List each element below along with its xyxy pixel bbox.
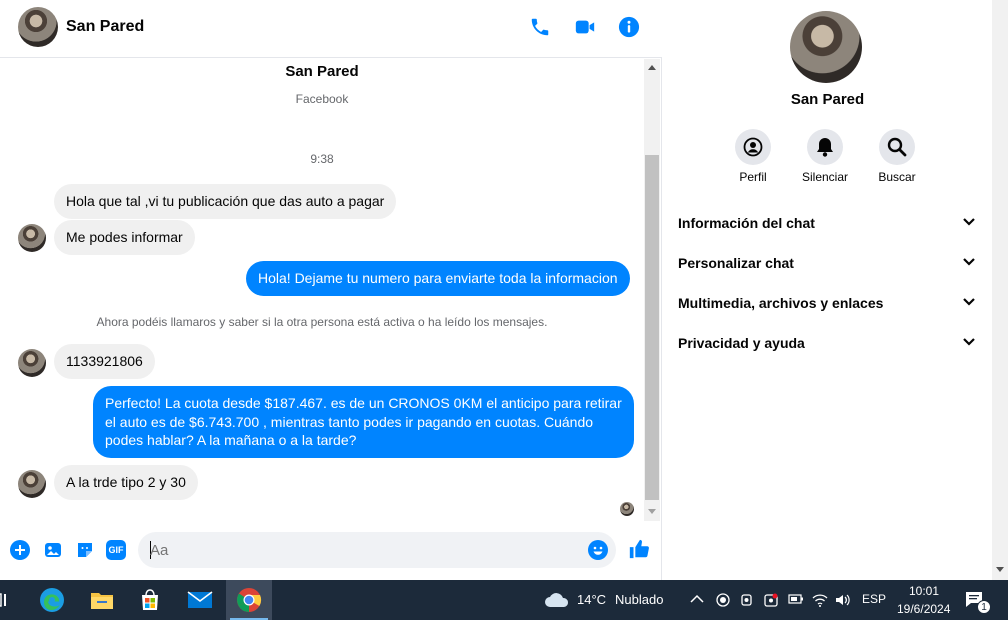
- incoming-message[interactable]: Me podes informar: [54, 220, 195, 255]
- chevron-down-icon: [963, 258, 975, 266]
- image-icon[interactable]: [43, 540, 63, 560]
- page-scrollbar[interactable]: [992, 0, 1008, 580]
- language-indicator[interactable]: ESP: [862, 592, 886, 606]
- record-icon[interactable]: [716, 593, 730, 607]
- profile-label: Perfil: [739, 170, 767, 184]
- file-explorer-icon[interactable]: [88, 586, 116, 614]
- thumbs-up-icon[interactable]: [628, 538, 650, 560]
- conversation-contact-name: San Pared: [285, 63, 359, 80]
- composer: GIF: [0, 521, 662, 580]
- message-timestamp: 9:38: [310, 152, 334, 166]
- section-label: Personalizar chat: [678, 255, 794, 271]
- profile-name: San Pared: [790, 91, 865, 108]
- clock-time[interactable]: 10:01: [909, 584, 939, 598]
- chevron-down-icon: [963, 338, 975, 346]
- sender-avatar: [18, 470, 46, 498]
- scroll-thumb[interactable]: [645, 155, 659, 500]
- outgoing-message[interactable]: Perfecto! La cuota desde $187.467. es de…: [93, 386, 634, 458]
- windows-taskbar: 14°C Nublado ESP 10:01 19/6/2024 1: [0, 580, 1008, 620]
- battery-icon[interactable]: [788, 594, 804, 604]
- info-icon[interactable]: [618, 16, 640, 38]
- contact-name[interactable]: San Pared: [66, 18, 144, 36]
- outgoing-message[interactable]: Hola! Dejame tu numero para enviarte tod…: [246, 261, 630, 296]
- plus-icon[interactable]: [10, 540, 30, 560]
- sender-avatar: [18, 349, 46, 377]
- chrome-active-task[interactable]: [226, 580, 272, 620]
- section-label: Multimedia, archivos y enlaces: [678, 295, 884, 311]
- message-list: San Pared Facebook 9:38 Hola que tal ,vi…: [0, 59, 644, 521]
- task-view-icon[interactable]: [0, 592, 10, 608]
- meet-now-icon[interactable]: [740, 592, 754, 608]
- weather-desc[interactable]: Nublado: [615, 592, 663, 607]
- wifi-icon[interactable]: [812, 592, 828, 608]
- mute-action[interactable]: Silenciar: [790, 129, 860, 184]
- message-input[interactable]: [150, 540, 580, 560]
- section-chat-info[interactable]: Información del chat: [678, 211, 976, 235]
- mail-icon[interactable]: [186, 586, 214, 614]
- incoming-message[interactable]: A la trde tipo 2 y 30: [54, 465, 198, 500]
- chevron-up-icon[interactable]: [690, 594, 704, 604]
- weather-temp[interactable]: 14°C: [577, 592, 606, 607]
- sender-avatar: [18, 224, 46, 252]
- security-icon[interactable]: [763, 592, 779, 608]
- scroll-up-arrow[interactable]: [648, 65, 656, 70]
- connection-notice: Ahora podéis llamaros y saber si la otra…: [96, 315, 548, 329]
- search-action[interactable]: Buscar: [862, 129, 932, 184]
- seen-indicator-avatar: [620, 502, 634, 516]
- section-label: Información del chat: [678, 215, 815, 231]
- emoji-icon[interactable]: [588, 540, 608, 560]
- mute-label: Silenciar: [801, 170, 849, 184]
- incoming-message[interactable]: Hola que tal ,vi tu publicación que das …: [54, 184, 397, 219]
- notification-badge: 1: [977, 600, 991, 614]
- search-icon: [887, 137, 907, 157]
- volume-icon[interactable]: [834, 592, 850, 608]
- cloud-weather-icon[interactable]: [544, 590, 570, 608]
- gif-button[interactable]: GIF: [106, 540, 126, 560]
- chat-header: San Pared: [0, 0, 662, 58]
- search-label: Buscar: [878, 170, 916, 184]
- section-label: Privacidad y ayuda: [678, 335, 805, 351]
- clock-date[interactable]: 19/6/2024: [897, 602, 950, 616]
- message-scrollbar[interactable]: [644, 59, 660, 521]
- section-privacy-help[interactable]: Privacidad y ayuda: [678, 331, 976, 355]
- profile-action[interactable]: Perfil: [718, 129, 788, 184]
- section-customize-chat[interactable]: Personalizar chat: [678, 251, 976, 275]
- sticker-icon[interactable]: [75, 540, 95, 560]
- conversation-source: Facebook: [295, 92, 349, 106]
- profile-avatar[interactable]: [790, 11, 862, 83]
- bell-icon: [817, 138, 833, 157]
- chrome-icon: [237, 588, 262, 612]
- phone-icon[interactable]: [529, 16, 551, 38]
- message-input-container[interactable]: [138, 532, 616, 568]
- conversation-info-panel: San Pared Perfil Silenciar Buscar Inform…: [663, 0, 992, 580]
- scroll-down-arrow[interactable]: [648, 509, 656, 514]
- store-icon[interactable]: [136, 586, 164, 614]
- contact-avatar[interactable]: [18, 7, 58, 47]
- page-scroll-down-arrow[interactable]: [996, 567, 1004, 572]
- video-call-icon[interactable]: [574, 16, 596, 38]
- chat-panel: San Pared San Pared Facebook 9:38 Hola q…: [0, 0, 662, 580]
- edge-icon[interactable]: [38, 586, 66, 614]
- chevron-down-icon: [963, 298, 975, 306]
- chevron-down-icon: [963, 218, 975, 226]
- profile-icon: [743, 137, 763, 157]
- incoming-message[interactable]: 1133921806: [54, 344, 155, 379]
- section-media-files[interactable]: Multimedia, archivos y enlaces: [678, 291, 976, 315]
